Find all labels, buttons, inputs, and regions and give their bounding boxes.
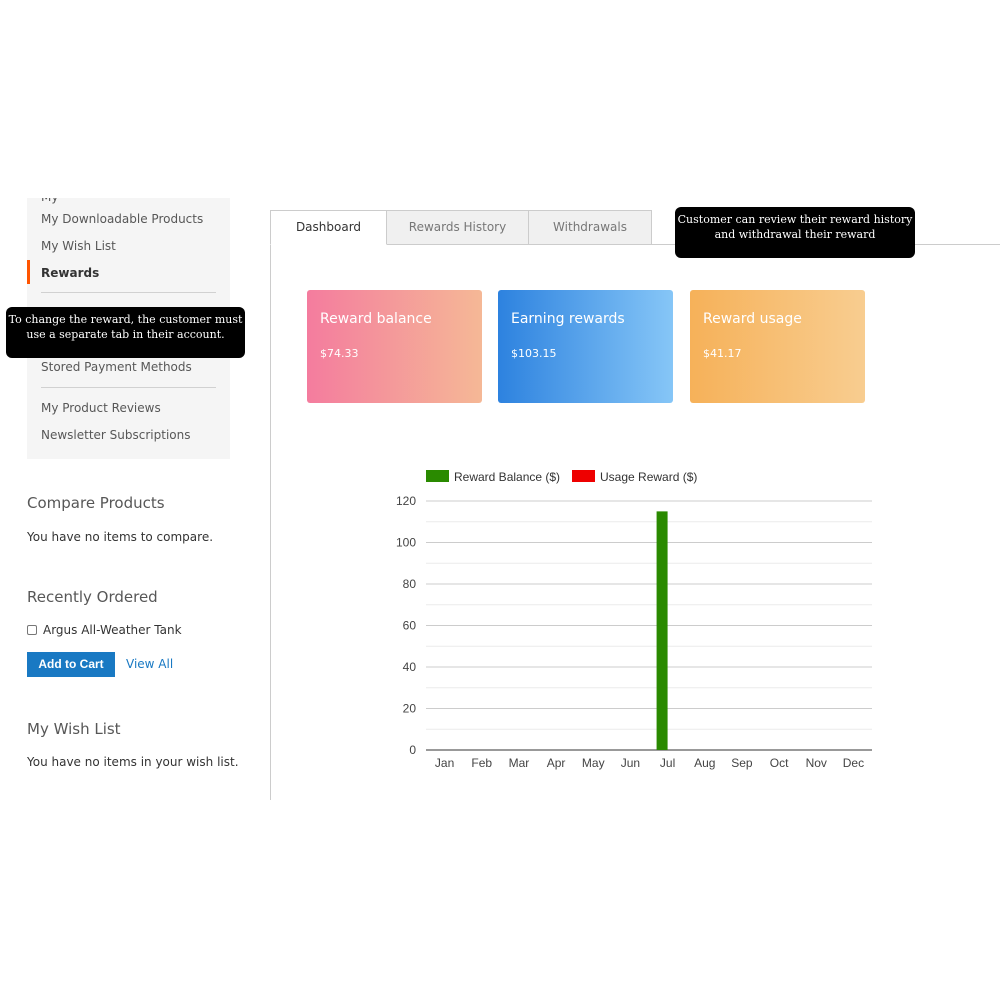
card-value: $41.17 <box>703 347 742 360</box>
callout-line-1: To change the reward, the customer must <box>8 313 243 326</box>
callout-line-2: use a separate tab in their account. <box>26 328 225 341</box>
y-tick-label: 80 <box>403 577 417 591</box>
compare-empty-text: You have no items to compare. <box>27 530 214 544</box>
nav-divider <box>41 387 216 388</box>
y-tick-label: 20 <box>403 702 417 716</box>
nav-item-product-reviews[interactable]: My Product Reviews <box>41 401 161 415</box>
card-value: $74.33 <box>320 347 359 360</box>
legend-swatch <box>426 470 449 482</box>
y-tick-label: 60 <box>403 619 417 633</box>
tab-rewards-history[interactable]: Rewards History <box>386 210 529 245</box>
nav-item-downloadable-products[interactable]: My Downloadable Products <box>41 212 203 226</box>
add-to-cart-button[interactable]: Add to Cart <box>27 652 115 677</box>
recently-ordered-title: Recently Ordered <box>27 588 158 606</box>
card-title: Reward balance <box>320 311 432 327</box>
reward-balance-card: Reward balance $74.33 <box>307 290 482 403</box>
wish-list-empty-text: You have no items in your wish list. <box>27 755 239 769</box>
nav-item-newsletter-subscriptions[interactable]: Newsletter Subscriptions <box>41 428 191 442</box>
bar-reward-balance <box>656 511 668 750</box>
earning-rewards-card: Earning rewards $103.15 <box>498 290 673 403</box>
card-value: $103.15 <box>511 347 557 360</box>
recently-ordered-checkbox[interactable] <box>27 625 37 635</box>
x-tick-label: Apr <box>547 756 566 770</box>
recently-ordered-item: Argus All-Weather Tank <box>43 623 182 637</box>
x-tick-label: Nov <box>806 756 827 770</box>
tab-dashboard[interactable]: Dashboard <box>270 210 387 245</box>
y-tick-label: 40 <box>403 660 417 674</box>
y-tick-label: 100 <box>396 536 416 550</box>
nav-item-clipped: My <box>41 198 58 204</box>
view-all-link[interactable]: View All <box>126 657 173 671</box>
y-tick-label: 120 <box>396 494 416 508</box>
rewards-bar-chart: 0 20 40 60 80 100 120 Jan Feb Mar Apr May Jun Jul Aug S… <box>396 470 872 770</box>
callout-line-2: and withdrawal their reward <box>714 228 876 241</box>
x-tick-label: Dec <box>843 756 864 770</box>
reward-usage-card: Reward usage $41.17 <box>690 290 865 403</box>
legend-label: Usage Reward ($) <box>600 470 697 484</box>
callout-review-history: Customer can review their reward history… <box>675 207 915 258</box>
y-tick-label: 0 <box>409 743 416 757</box>
nav-item-wish-list[interactable]: My Wish List <box>41 239 116 253</box>
content-divider <box>270 210 271 800</box>
nav-divider <box>41 292 216 293</box>
tab-withdrawals[interactable]: Withdrawals <box>528 210 652 245</box>
wish-list-title: My Wish List <box>27 720 121 738</box>
x-tick-label: Mar <box>509 756 530 770</box>
card-title: Reward usage <box>703 311 802 327</box>
nav-item-stored-payment-methods[interactable]: Stored Payment Methods <box>41 360 192 374</box>
card-title: Earning rewards <box>511 311 625 327</box>
legend-label: Reward Balance ($) <box>454 470 560 484</box>
callout-line-1: Customer can review their reward history <box>677 213 913 226</box>
compare-products-title: Compare Products <box>27 494 165 512</box>
x-tick-label: Sep <box>731 756 753 770</box>
nav-active-indicator <box>27 260 30 284</box>
x-tick-label: Aug <box>694 756 715 770</box>
x-tick-label: Oct <box>770 756 789 770</box>
x-tick-label: Feb <box>471 756 492 770</box>
x-tick-label: May <box>582 756 605 770</box>
x-tick-label: Jun <box>621 756 640 770</box>
x-tick-label: Jan <box>435 756 454 770</box>
nav-item-rewards[interactable]: Rewards <box>41 266 99 280</box>
callout-change-reward: To change the reward, the customer must … <box>6 307 245 358</box>
legend-swatch <box>572 470 595 482</box>
x-tick-label: Jul <box>660 756 675 770</box>
